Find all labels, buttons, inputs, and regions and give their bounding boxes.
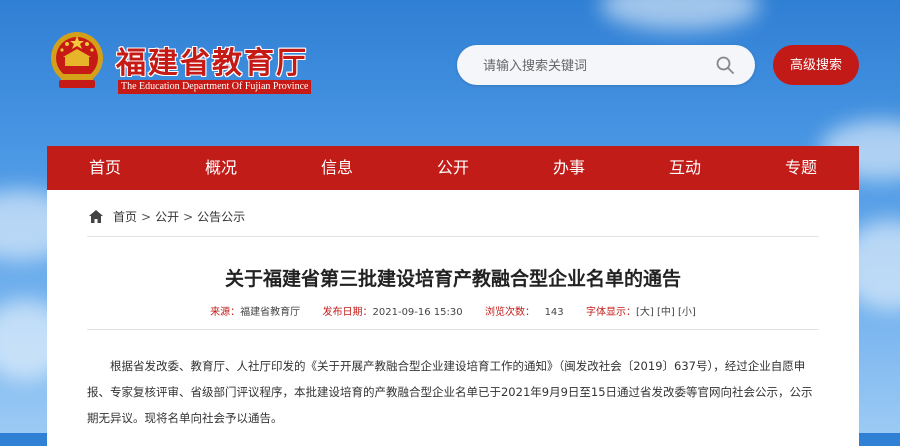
- article-paragraph: 根据省发改委、教育厅、人社厅印发的《关于开展产教融合型企业建设培育工作的通知》（…: [87, 359, 813, 425]
- divider: [87, 329, 819, 330]
- views-value: 143: [544, 307, 564, 318]
- divider: [87, 236, 819, 237]
- font-medium-button[interactable]: [中]: [657, 307, 675, 318]
- date-label: 发布日期：: [322, 307, 373, 318]
- font-small-button[interactable]: [小]: [678, 307, 696, 318]
- nav-item-services[interactable]: 办事: [511, 146, 627, 190]
- search-box: [457, 45, 755, 85]
- article-meta: 来源：福建省教育厅 发布日期：2021-09-16 15:30 浏览次数： 14…: [47, 303, 859, 318]
- font-large-button[interactable]: [大]: [636, 307, 654, 318]
- site-subtitle: The Education Department Of Fujian Provi…: [118, 80, 312, 94]
- nav-item-interaction[interactable]: 互动: [627, 146, 743, 190]
- fontsize-label: 字体显示：: [586, 307, 637, 318]
- breadcrumb-separator: >: [141, 209, 152, 224]
- site-header: 福建省教育厅 The Education Department Of Fujia…: [0, 0, 900, 146]
- search-icon[interactable]: [716, 56, 734, 74]
- main-nav: 首页 概况 信息 公开 办事 互动 专题: [47, 146, 859, 190]
- views-label: 浏览次数：: [485, 307, 536, 318]
- breadcrumb-home[interactable]: 首页: [113, 208, 137, 225]
- content-panel: 首页 概况 信息 公开 办事 互动 专题 首页 > 公开 > 公告公示 关于福建…: [47, 146, 859, 446]
- source-label: 来源：: [210, 307, 241, 318]
- home-icon: [89, 210, 103, 223]
- breadcrumb-separator: >: [183, 209, 194, 224]
- nav-item-information[interactable]: 信息: [279, 146, 395, 190]
- article-title: 关于福建省第三批建设培育产教融合型企业名单的通告: [224, 268, 681, 290]
- nav-item-home[interactable]: 首页: [47, 146, 163, 190]
- search-input[interactable]: [481, 55, 715, 77]
- article-body: 根据省发改委、教育厅、人社厅印发的《关于开展产教融合型企业建设培育工作的通知》（…: [87, 353, 819, 431]
- date-value: 2021-09-16 15:30: [372, 307, 463, 318]
- breadcrumb-disclosure[interactable]: 公开: [155, 208, 179, 225]
- nav-item-overview[interactable]: 概况: [163, 146, 279, 190]
- advanced-search-button[interactable]: 高级搜索: [773, 45, 859, 85]
- national-emblem-icon: [51, 32, 103, 88]
- nav-item-topics[interactable]: 专题: [743, 146, 859, 190]
- breadcrumb: 首页 > 公开 > 公告公示: [89, 208, 245, 225]
- site-title: 福建省教育厅: [116, 46, 308, 81]
- breadcrumb-announcements[interactable]: 公告公示: [197, 208, 245, 225]
- source-value: 福建省教育厅: [240, 307, 301, 318]
- nav-item-disclosure[interactable]: 公开: [395, 146, 511, 190]
